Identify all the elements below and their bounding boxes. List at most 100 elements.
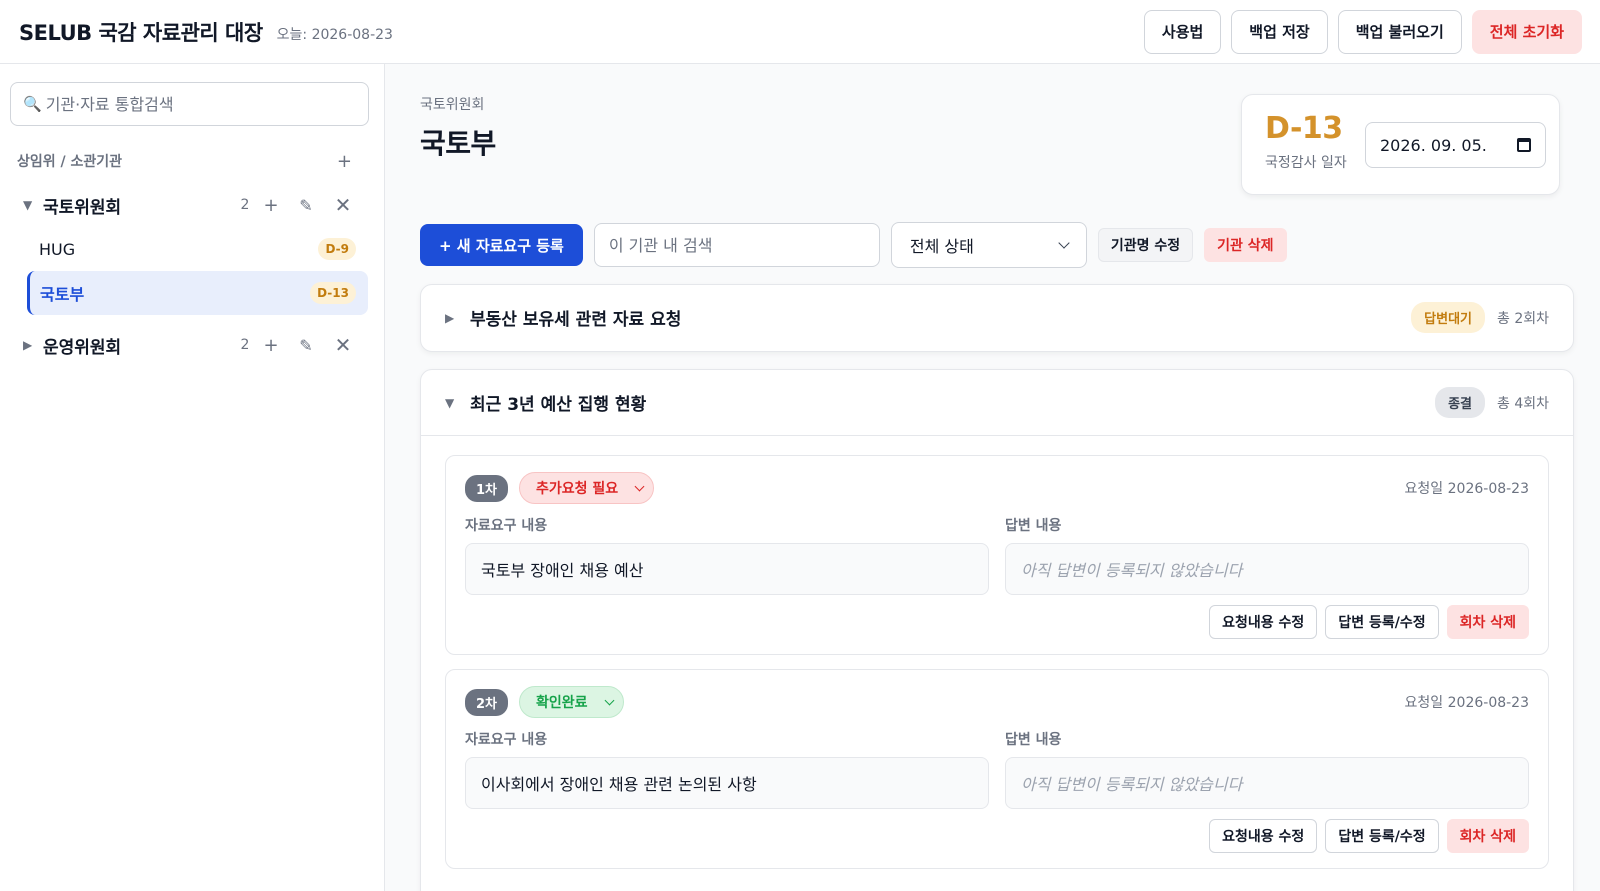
round-total: 총 4회차 xyxy=(1497,395,1549,412)
answer-button[interactable]: 답변 등록/수정 xyxy=(1325,819,1439,853)
caret-down-icon[interactable]: ▼ xyxy=(445,396,470,410)
audit-date-value: 2026. 09. 05. xyxy=(1380,135,1487,155)
sidebar-item-국토부[interactable]: 국토부 D-13 xyxy=(27,271,368,315)
round-badge: 1차 xyxy=(465,474,509,502)
calendar-icon[interactable] xyxy=(1517,138,1531,152)
app-header: SELUB 국감 자료관리 대장 오늘: 2026-08-23 사용법 백업 저… xyxy=(0,0,1600,64)
status-badge: 답변대기 xyxy=(1411,302,1485,333)
section-header: 상임위 / 소관기관 + xyxy=(10,151,368,172)
round-status-select[interactable]: 추가요청 필요 xyxy=(519,472,655,504)
request-header[interactable]: ▼ 최근 3년 예산 집행 현황 종결 총 4회차 xyxy=(421,370,1573,436)
edit-pencil-icon[interactable]: ✎ xyxy=(286,196,326,215)
add-committee-icon[interactable]: + xyxy=(337,151,352,172)
caret-right-icon[interactable]: ▶ xyxy=(445,311,470,325)
round-actions: 요청내용 수정 답변 등록/수정 회차 삭제 xyxy=(465,605,1529,639)
round-card: 1차 추가요청 필요 요청일 2026-08-23 자료요구 내용 국토부 장애… xyxy=(445,455,1549,655)
request-title: 최근 3년 예산 집행 현황 xyxy=(470,395,647,415)
group-tools: 2 + ✎ ✕ xyxy=(234,193,360,217)
request-meta: 종결 총 4회차 xyxy=(1435,387,1549,418)
edit-request-button[interactable]: 요청내용 수정 xyxy=(1209,605,1318,639)
sidebar-group-국토위원회[interactable]: ▼ 국토위원회 2 + ✎ ✕ xyxy=(10,183,368,227)
round-top: 1차 추가요청 필요 요청일 2026-08-23 xyxy=(465,472,1529,504)
org-name: HUG xyxy=(39,239,76,259)
backup-save-button[interactable]: 백업 저장 xyxy=(1231,9,1328,54)
round-status-value: 추가요청 필요 xyxy=(536,481,619,497)
app-title: SELUB 국감 자료관리 대장 xyxy=(19,20,263,45)
delete-x-icon[interactable]: ✕ xyxy=(326,193,360,217)
group-name: 운영위원회 xyxy=(43,337,122,358)
field-label: 답변 내용 xyxy=(1005,732,1062,748)
section-label: 상임위 / 소관기관 xyxy=(17,154,123,170)
answer-content: 아직 답변이 등록되지 않았습니다 xyxy=(1005,543,1529,595)
add-org-icon[interactable]: + xyxy=(256,195,286,216)
answer-field: 답변 내용 아직 답변이 등록되지 않았습니다 xyxy=(1005,515,1529,595)
chevron-down-icon xyxy=(1058,237,1070,249)
group-count: 2 xyxy=(240,337,250,353)
field-label: 자료요구 내용 xyxy=(465,518,548,534)
group-count: 2 xyxy=(240,197,250,213)
edit-request-button[interactable]: 요청내용 수정 xyxy=(1209,819,1318,853)
request-date: 요청일 2026-08-23 xyxy=(1404,695,1529,711)
answer-button[interactable]: 답변 등록/수정 xyxy=(1325,605,1439,639)
help-button[interactable]: 사용법 xyxy=(1143,9,1222,54)
dday-badge: D-13 xyxy=(310,282,356,304)
delete-round-button[interactable]: 회차 삭제 xyxy=(1446,819,1529,853)
status-filter-select[interactable]: 전체 상태 xyxy=(890,222,1087,268)
delete-round-button[interactable]: 회차 삭제 xyxy=(1446,605,1529,639)
rename-org-button[interactable]: 기관명 수정 xyxy=(1097,228,1194,262)
main-content: 국토위원회 국토부 D-13 국정감사 일자 2026. 09. 05. + 새… xyxy=(386,64,1600,891)
request-field: 자료요구 내용 이사회에서 장애인 채용 관련 논의된 사항 xyxy=(465,729,989,809)
sidebar-group-운영위원회[interactable]: ▶ 운영위원회 2 + ✎ ✕ xyxy=(10,323,368,367)
request-header[interactable]: ▶ 부동산 보유세 관련 자료 요청 답변대기 총 2회차 xyxy=(421,285,1573,351)
request-content: 이사회에서 장애인 채용 관련 논의된 사항 xyxy=(465,757,989,809)
dday-badge: D-9 xyxy=(318,238,356,260)
round-fields: 자료요구 내용 국토부 장애인 채용 예산 답변 내용 아직 답변이 등록되지 … xyxy=(465,515,1529,595)
round-total: 총 2회차 xyxy=(1497,310,1549,327)
round-status-value: 확인완료 xyxy=(536,695,588,711)
breadcrumb: 국토위원회 xyxy=(420,97,485,113)
field-label: 자료요구 내용 xyxy=(465,732,548,748)
request-meta: 답변대기 총 2회차 xyxy=(1411,302,1549,333)
round-top: 2차 확인완료 요청일 2026-08-23 xyxy=(465,686,1529,718)
group-tools: 2 + ✎ ✕ xyxy=(234,333,360,357)
field-label: 답변 내용 xyxy=(1005,518,1062,534)
caret-down-icon[interactable]: ▼ xyxy=(23,198,43,212)
delete-x-icon[interactable]: ✕ xyxy=(326,333,360,357)
status-badge: 종결 xyxy=(1435,387,1485,418)
edit-pencil-icon[interactable]: ✎ xyxy=(286,336,326,355)
delete-org-button[interactable]: 기관 삭제 xyxy=(1204,228,1287,262)
audit-date-input[interactable]: 2026. 09. 05. xyxy=(1365,122,1546,168)
new-request-button[interactable]: + 새 자료요구 등록 xyxy=(420,224,583,266)
page-title: 국토부 xyxy=(420,127,496,160)
request-field: 자료요구 내용 국토부 장애인 채용 예산 xyxy=(465,515,989,595)
sidebar-search-input[interactable] xyxy=(45,94,356,114)
org-name: 국토부 xyxy=(40,285,85,304)
toolbar: + 새 자료요구 등록 전체 상태 기관명 수정 기관 삭제 xyxy=(420,222,1287,268)
today-date: 오늘: 2026-08-23 xyxy=(276,26,393,43)
answer-field: 답변 내용 아직 답변이 등록되지 않았습니다 xyxy=(1005,729,1529,809)
add-org-icon[interactable]: + xyxy=(256,335,286,356)
round-card: 2차 확인완료 요청일 2026-08-23 자료요구 내용 이사회에서 장애인… xyxy=(445,669,1549,869)
request-card: ▶ 부동산 보유세 관련 자료 요청 답변대기 총 2회차 xyxy=(420,284,1574,352)
sidebar: 🔍 상임위 / 소관기관 + ▼ 국토위원회 2 + ✎ ✕ HUG D-9 국… xyxy=(0,64,385,891)
backup-load-button[interactable]: 백업 불러오기 xyxy=(1337,9,1462,54)
round-fields: 자료요구 내용 이사회에서 장애인 채용 관련 논의된 사항 답변 내용 아직 … xyxy=(465,729,1529,809)
request-date: 요청일 2026-08-23 xyxy=(1404,481,1529,497)
request-content: 국토부 장애인 채용 예산 xyxy=(465,543,989,595)
round-status-select[interactable]: 확인완료 xyxy=(519,686,624,718)
request-card: ▼ 최근 3년 예산 집행 현황 종결 총 4회차 1차 추가요청 필요 요청일… xyxy=(420,369,1574,891)
round-badge: 2차 xyxy=(465,688,509,716)
caret-right-icon[interactable]: ▶ xyxy=(23,338,43,352)
org-search-input[interactable] xyxy=(593,223,880,267)
reset-all-button[interactable]: 전체 초기화 xyxy=(1471,9,1582,54)
sidebar-search[interactable]: 🔍 xyxy=(10,82,369,126)
round-actions: 요청내용 수정 답변 등록/수정 회차 삭제 xyxy=(465,819,1529,853)
search-icon: 🔍 xyxy=(23,95,42,113)
sidebar-item-hug[interactable]: HUG D-9 xyxy=(27,227,368,271)
dday-card: D-13 국정감사 일자 2026. 09. 05. xyxy=(1241,94,1560,195)
group-name: 국토위원회 xyxy=(43,197,122,218)
request-title: 부동산 보유세 관련 자료 요청 xyxy=(470,310,682,330)
status-filter-value: 전체 상태 xyxy=(909,237,974,256)
answer-content: 아직 답변이 등록되지 않았습니다 xyxy=(1005,757,1529,809)
header-actions: 사용법 백업 저장 백업 불러오기 전체 초기화 xyxy=(1143,9,1582,54)
